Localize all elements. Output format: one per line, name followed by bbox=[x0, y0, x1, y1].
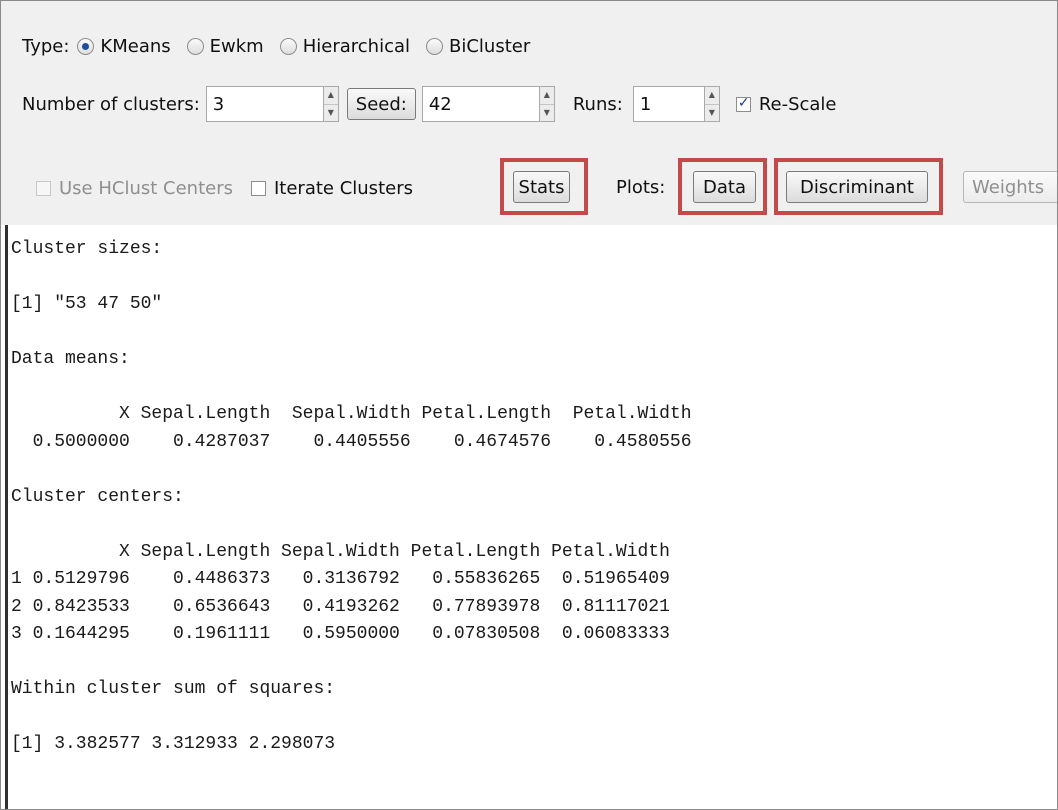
type-label: Type: bbox=[22, 35, 70, 57]
radio-hierarchical-indicator[interactable] bbox=[279, 37, 297, 55]
params-row: Number of clusters: 3 ▲ ▼ Seed: 42 ▲ ▼ R… bbox=[22, 84, 837, 124]
radio-ewkm[interactable]: Ewkm bbox=[186, 35, 264, 57]
output-line: Within cluster sum of squares: bbox=[11, 679, 336, 699]
radio-kmeans[interactable]: KMeans bbox=[77, 35, 171, 57]
radio-hierarchical[interactable]: Hierarchical bbox=[279, 35, 410, 57]
hclust-label: Use HClust Centers bbox=[59, 177, 233, 199]
output-line: X Sepal.Length Sepal.Width Petal.Length … bbox=[11, 404, 692, 424]
output-line: Data means: bbox=[11, 349, 130, 369]
radio-ewkm-indicator[interactable] bbox=[186, 37, 204, 55]
clusters-spinner-arrows[interactable]: ▲ ▼ bbox=[323, 86, 339, 122]
plot-weights-button[interactable]: Weights bbox=[963, 171, 1057, 203]
radio-kmeans-indicator[interactable] bbox=[77, 37, 95, 55]
clusters-label: Number of clusters: bbox=[22, 93, 200, 115]
radio-hierarchical-label: Hierarchical bbox=[302, 35, 410, 57]
spin-up-icon[interactable]: ▲ bbox=[323, 87, 338, 105]
discriminant-highlight-box bbox=[774, 158, 943, 215]
output-line: 3 0.1644295 0.1961111 0.5950000 0.078305… bbox=[11, 624, 670, 644]
runs-input[interactable]: 1 bbox=[632, 86, 705, 122]
clusters-input[interactable]: 3 bbox=[205, 86, 324, 122]
text-output-panel[interactable]: Cluster sizes: [1] "53 47 50" Data means… bbox=[5, 225, 1057, 809]
type-row: Type: KMeans Ewkm Hierarchical BiCluster bbox=[22, 26, 546, 66]
cluster-panel: Type: KMeans Ewkm Hierarchical BiCluster… bbox=[0, 0, 1058, 810]
radio-bicluster-label: BiCluster bbox=[449, 35, 531, 57]
radio-kmeans-label: KMeans bbox=[100, 35, 171, 57]
seed-spinner[interactable]: 42 ▲ ▼ bbox=[421, 86, 555, 122]
output-line: Cluster sizes: bbox=[11, 239, 163, 259]
radio-bicluster-indicator[interactable] bbox=[426, 37, 443, 55]
output-line: X Sepal.Length Sepal.Width Petal.Length … bbox=[11, 541, 670, 562]
output-text: Cluster sizes: [1] "53 47 50" Data means… bbox=[8, 225, 1057, 759]
stats-highlight-box bbox=[500, 158, 588, 215]
rescale-label: Re-Scale bbox=[758, 93, 837, 115]
cluster-toolbar: Type: KMeans Ewkm Hierarchical BiCluster… bbox=[1, 1, 1057, 225]
rescale-checkbox[interactable] bbox=[735, 95, 751, 112]
spin-down-icon[interactable]: ▼ bbox=[705, 105, 719, 122]
spin-down-icon[interactable]: ▼ bbox=[540, 105, 554, 122]
runs-label: Runs: bbox=[572, 93, 623, 115]
spin-up-icon[interactable]: ▲ bbox=[539, 87, 554, 105]
radio-bicluster[interactable]: BiCluster bbox=[426, 36, 530, 57]
output-line: 2 0.8423533 0.6536643 0.4193262 0.778939… bbox=[11, 596, 670, 617]
spin-down-icon[interactable]: ▼ bbox=[324, 105, 338, 122]
data-highlight-box bbox=[678, 158, 767, 215]
iterate-checkbox[interactable] bbox=[250, 180, 266, 196]
plots-label: Plots: bbox=[616, 177, 666, 198]
radio-ewkm-label: Ewkm bbox=[209, 35, 264, 57]
seed-spinner-arrows[interactable]: ▲ ▼ bbox=[539, 86, 555, 122]
clusters-spinner[interactable]: 3 ▲ ▼ bbox=[205, 86, 339, 122]
output-line: 1 0.5129796 0.4486373 0.3136792 0.558362… bbox=[11, 569, 670, 589]
hclust-checkbox[interactable] bbox=[36, 180, 51, 196]
actions-row: Use HClust Centers Iterate Clusters bbox=[36, 168, 413, 208]
iterate-label: Iterate Clusters bbox=[273, 177, 413, 199]
output-line: Cluster centers: bbox=[11, 486, 184, 507]
seed-input[interactable]: 42 bbox=[421, 86, 540, 122]
output-line: 0.5000000 0.4287037 0.4405556 0.4674576 … bbox=[11, 431, 692, 452]
spin-up-icon[interactable]: ▲ bbox=[704, 87, 719, 105]
runs-spinner[interactable]: 1 ▲ ▼ bbox=[632, 86, 720, 122]
seed-button[interactable]: Seed: bbox=[346, 88, 416, 120]
output-line: [1] "53 47 50" bbox=[11, 294, 163, 314]
runs-spinner-arrows[interactable]: ▲ ▼ bbox=[704, 86, 720, 122]
output-line: [1] 3.382577 3.312933 2.298073 bbox=[11, 734, 336, 754]
